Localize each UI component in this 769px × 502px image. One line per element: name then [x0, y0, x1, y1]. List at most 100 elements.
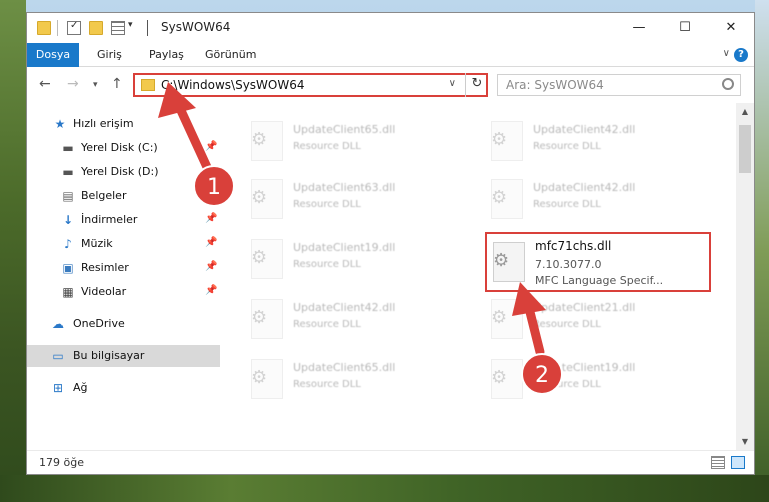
- tab-file[interactable]: Dosya: [27, 43, 79, 67]
- scroll-up-icon[interactable]: ▲: [736, 103, 754, 120]
- pin-icon[interactable]: 📌: [205, 285, 217, 296]
- sidebar-item-music[interactable]: ♪ Müzik 📌: [27, 233, 220, 255]
- video-icon: ▦: [62, 285, 74, 299]
- tab-home[interactable]: Giriş: [85, 43, 134, 67]
- tiles-view-icon[interactable]: [731, 456, 745, 469]
- new-folder-icon[interactable]: [89, 21, 103, 35]
- picture-icon: ▣: [62, 261, 74, 275]
- tab-share[interactable]: Paylaş: [137, 43, 196, 67]
- ribbon-tabs: Dosya Giriş Paylaş Görünüm ∨ ?: [27, 43, 754, 67]
- music-icon: ♪: [64, 237, 72, 251]
- scroll-down-icon[interactable]: ▼: [736, 433, 754, 450]
- folder-icon: [141, 79, 155, 91]
- file-name: UpdateClient63.dll: [293, 181, 396, 194]
- sidebar-item-label: Ağ: [73, 381, 88, 394]
- status-bar: 179 öğe: [27, 450, 754, 474]
- close-button[interactable]: ✕: [708, 13, 754, 43]
- sidebar-item-pictures[interactable]: ▣ Resimler 📌: [27, 257, 220, 279]
- file-type: Resource DLL: [293, 319, 361, 330]
- sidebar-item-label: Belgeler: [81, 189, 127, 202]
- file-name: UpdateClient21.dll: [533, 301, 636, 314]
- search-placeholder: Ara: SysWOW64: [506, 78, 604, 92]
- sidebar-item-label: Yerel Disk (C:): [81, 141, 158, 154]
- file-tile[interactable]: ⚙ UpdateClient42.dll Resource DLL: [485, 115, 705, 169]
- back-arrow-icon[interactable]: ←: [39, 76, 51, 92]
- pin-icon[interactable]: 📌: [205, 141, 217, 152]
- desktop-wallpaper-bottom: [0, 475, 769, 502]
- sidebar-item-label: Videolar: [81, 285, 127, 298]
- up-arrow-icon[interactable]: ↑: [111, 76, 123, 92]
- file-tile[interactable]: ⚙ UpdateClient63.dll Resource DLL: [245, 173, 465, 227]
- gear-icon: ⚙: [251, 129, 268, 150]
- sidebar-item-downloads[interactable]: ↓ İndirmeler 📌: [27, 209, 220, 231]
- search-input[interactable]: Ara: SysWOW64: [497, 74, 741, 96]
- file-tile[interactable]: ⚙ UpdateClient65.dll Resource DLL: [245, 353, 465, 407]
- file-tile[interactable]: ⚙ UpdateClient65.dll Resource DLL: [245, 115, 465, 169]
- navigation-bar: ← → ▾ ↑ C:\Windows\SysWOW64 ∨ ↻ Ara: Sys…: [27, 68, 754, 102]
- gear-icon: ⚙: [251, 247, 268, 268]
- file-type: Resource DLL: [533, 199, 601, 210]
- vertical-scrollbar[interactable]: ▲ ▼: [736, 103, 754, 450]
- network-icon: ⊞: [52, 381, 64, 395]
- title-bar: ▾ SysWOW64 — ☐ ✕: [27, 13, 754, 43]
- scrollbar-thumb[interactable]: [739, 125, 751, 173]
- desktop-wallpaper-left: [0, 0, 26, 502]
- customize-icon[interactable]: [111, 21, 125, 35]
- pin-icon[interactable]: 📌: [205, 213, 217, 224]
- chevron-down-icon[interactable]: ∨: [449, 78, 456, 89]
- sidebar-item-network[interactable]: ⊞ Ağ: [27, 377, 220, 399]
- file-name: UpdateClient65.dll: [293, 123, 396, 136]
- file-type: Resource DLL: [293, 379, 361, 390]
- file-tile[interactable]: ⚙ UpdateClient19.dll Resource DLL: [245, 233, 465, 287]
- address-path[interactable]: C:\Windows\SysWOW64: [161, 78, 305, 92]
- file-description: MFC Language Specif...: [535, 274, 664, 287]
- file-tile[interactable]: ⚙ UpdateClient42.dll Resource DLL: [485, 173, 705, 227]
- gear-icon: ⚙: [491, 187, 508, 208]
- quick-access-dropdown-icon[interactable]: ▾: [128, 20, 133, 30]
- tab-view[interactable]: Görünüm: [193, 43, 268, 67]
- file-type: Resource DLL: [533, 379, 601, 390]
- chevron-down-icon[interactable]: ∨: [723, 48, 730, 59]
- file-type: Resource DLL: [293, 259, 361, 270]
- file-list: ⚙ UpdateClient65.dll Resource DLL ⚙ Upda…: [221, 103, 736, 450]
- sidebar-item-local-disk-d[interactable]: ▬ Yerel Disk (D:): [27, 161, 220, 183]
- sidebar-item-label: İndirmeler: [81, 213, 138, 226]
- recent-locations-icon[interactable]: ▾: [93, 80, 98, 90]
- sidebar-item-onedrive[interactable]: ☁ OneDrive: [27, 313, 220, 335]
- help-icon[interactable]: ?: [734, 48, 748, 62]
- file-name: UpdateClient42.dll: [533, 181, 636, 194]
- refresh-button[interactable]: ↻: [465, 73, 488, 97]
- sidebar-item-label: Resimler: [81, 261, 129, 274]
- drive-icon: ▬: [62, 165, 74, 179]
- gear-icon: ⚙: [491, 307, 508, 328]
- search-icon: [722, 78, 734, 90]
- file-type: Resource DLL: [533, 141, 601, 152]
- maximize-button[interactable]: ☐: [662, 13, 708, 43]
- address-bar[interactable]: C:\Windows\SysWOW64 ∨: [133, 73, 488, 97]
- forward-arrow-icon[interactable]: →: [67, 76, 79, 92]
- sidebar-item-label: Bu bilgisayar: [73, 349, 145, 362]
- window-title: SysWOW64: [161, 20, 231, 34]
- pin-icon[interactable]: 📌: [205, 261, 217, 272]
- file-name: UpdateClient19.dll: [533, 361, 636, 374]
- minimize-button[interactable]: —: [616, 13, 662, 43]
- cloud-icon: ☁: [52, 317, 64, 331]
- drive-icon: ▬: [62, 141, 74, 155]
- file-tile[interactable]: ⚙ UpdateClient19.dll Resource DLL: [485, 353, 705, 407]
- file-tile-mfc71chs[interactable]: ⚙ mfc71chs.dll 7.10.3077.0 MFC Language …: [485, 232, 711, 292]
- sidebar-item-videos[interactable]: ▦ Videolar 📌: [27, 281, 220, 303]
- properties-icon[interactable]: [67, 20, 81, 35]
- gear-icon: ⚙: [491, 367, 508, 388]
- sidebar-item-label: Hızlı erişim: [73, 117, 134, 130]
- sidebar-item-this-pc[interactable]: ▭ Bu bilgisayar: [27, 345, 220, 367]
- file-tile[interactable]: ⚙ UpdateClient42.dll Resource DLL: [245, 293, 465, 347]
- file-tile[interactable]: ⚙ UpdateClient21.dll Resource DLL: [485, 293, 705, 347]
- toolbar-divider: [147, 20, 148, 36]
- sidebar-item-documents[interactable]: ▤ Belgeler: [27, 185, 220, 207]
- sidebar-item-local-disk-c[interactable]: ▬ Yerel Disk (C:) 📌: [27, 137, 220, 159]
- pin-icon[interactable]: 📌: [205, 237, 217, 248]
- sidebar-item-quick-access[interactable]: ★ Hızlı erişim: [27, 113, 220, 135]
- sidebar-item-label: Yerel Disk (D:): [81, 165, 159, 178]
- file-name: mfc71chs.dll: [535, 239, 612, 253]
- details-view-icon[interactable]: [711, 456, 725, 469]
